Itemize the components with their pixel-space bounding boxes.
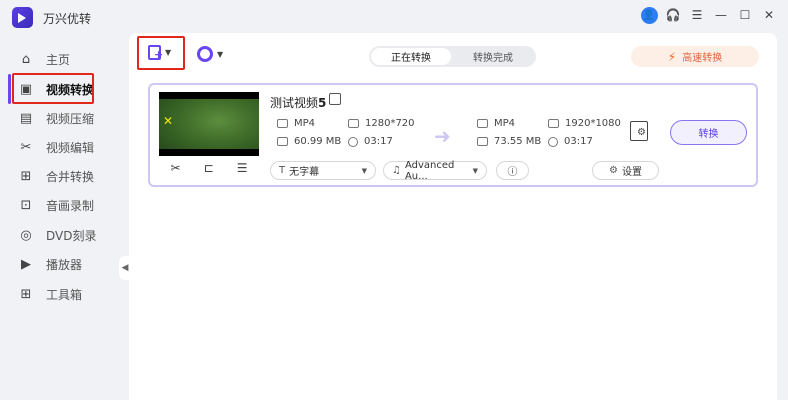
sidebar-item-player[interactable]: ▶ 播放器 (12, 250, 124, 278)
settings-icon: ⚙ (609, 165, 618, 176)
sidebar-item-label: 音画录制 (46, 198, 95, 213)
clock-icon (348, 136, 358, 147)
scrollbar[interactable] (777, 33, 788, 400)
info-icon: ⓘ (507, 167, 518, 178)
subtitle-icon: T (279, 165, 286, 176)
convert-button[interactable]: 转换 (670, 120, 747, 145)
sidebar-item-video-edit[interactable]: ✂ 视频编辑 (12, 133, 124, 161)
highlight-box-sidebar (12, 73, 94, 104)
lightning-icon: ⚡ (667, 49, 677, 64)
highlight-box-add (137, 36, 185, 70)
app-logo-icon (12, 7, 33, 28)
info-button[interactable]: ⓘ (496, 161, 529, 180)
sidebar-item-home[interactable]: ⌂ 主页 (12, 45, 124, 73)
home-icon: ⌂ (21, 51, 31, 67)
sidebar-item-label: 主页 (46, 52, 71, 67)
speed-label: 高速转换 (682, 53, 723, 64)
sidebar-item-label: 合并转换 (46, 169, 95, 184)
folder-icon (277, 137, 288, 146)
resolution-icon (548, 119, 559, 128)
tab-finished[interactable]: 转换完成 (453, 48, 533, 65)
crop-icon[interactable]: ⊏ (204, 161, 214, 175)
sidebar-item-record[interactable]: ⊡ 音画录制 (12, 191, 124, 219)
disc-add-icon (197, 46, 213, 62)
output-settings-icon[interactable] (630, 121, 648, 141)
target-resolution: 1920*1080 (548, 118, 621, 129)
tab-converting[interactable]: 正在转换 (371, 48, 451, 65)
collapse-sidebar-button[interactable]: ◀ (119, 256, 131, 280)
active-indicator (8, 74, 11, 104)
toolbox-icon: ⊞ (20, 286, 32, 302)
scissors-icon: ✂ (20, 139, 32, 155)
video-thumbnail[interactable]: ✕ (159, 92, 259, 156)
sidebar-item-label: 播放器 (46, 257, 83, 272)
video-icon (277, 119, 288, 128)
menu-icon[interactable]: ☰ (688, 6, 706, 24)
sidebar-item-label: DVD刻录 (46, 228, 97, 243)
add-disc-button[interactable]: ▼ (197, 46, 223, 62)
maximize-button[interactable]: ☐ (736, 6, 754, 24)
source-size: 60.99 MB (277, 136, 341, 147)
edit-name-icon[interactable] (329, 93, 341, 105)
file-name: 测试视频5 (270, 96, 327, 110)
minimize-button[interactable]: — (712, 6, 730, 24)
chevron-down-icon: ▼ (361, 166, 367, 175)
settings-button[interactable]: ⚙ 设置 (592, 161, 659, 180)
video-icon (477, 119, 488, 128)
compress-icon: ▤ (19, 110, 33, 126)
window-controls: 👤 🎧 ☰ — ☐ ✕ (640, 6, 778, 24)
clock-icon (548, 136, 558, 147)
arrow-right-icon: ➜ (434, 124, 451, 148)
merge-icon: ⊞ (20, 168, 32, 184)
disc-icon: ◎ (20, 227, 32, 243)
conversion-tabs: 正在转换 转换完成 (369, 46, 536, 67)
source-resolution: 1280*720 (348, 118, 415, 129)
app-title: 万兴优转 (43, 12, 92, 26)
source-duration: 03:17 (348, 136, 393, 147)
audio-wave-icon: ♫ (392, 165, 401, 176)
headset-icon[interactable]: 🎧 (664, 6, 682, 24)
sidebar-item-label: 视频压缩 (46, 111, 95, 126)
thumbnail-toolbar: ✂ ⊏ ☰ (159, 156, 259, 180)
player-icon: ▶ (21, 256, 31, 272)
chevron-down-icon: ▼ (472, 166, 478, 175)
close-button[interactable]: ✕ (760, 6, 778, 24)
target-size: 73.55 MB (477, 136, 541, 147)
sidebar-item-label: 视频编辑 (46, 140, 95, 155)
thumbnail-mark-icon: ✕ (163, 114, 174, 128)
chevron-down-icon[interactable]: ▼ (217, 50, 223, 59)
subtitle-select[interactable]: T 无字幕 ▼ (270, 161, 376, 180)
sidebar-item-merge[interactable]: ⊞ 合并转换 (12, 162, 124, 190)
user-icon[interactable]: 👤 (640, 6, 658, 24)
target-duration: 03:17 (548, 136, 593, 147)
sidebar-item-dvd[interactable]: ◎ DVD刻录 (12, 221, 124, 249)
trim-icon[interactable]: ✂ (171, 161, 181, 175)
sidebar-item-video-compress[interactable]: ▤ 视频压缩 (12, 104, 124, 132)
target-format[interactable]: MP4 (477, 118, 515, 129)
folder-icon (477, 137, 488, 146)
sidebar-item-label: 工具箱 (46, 287, 83, 302)
effects-icon[interactable]: ☰ (237, 161, 248, 175)
audio-select[interactable]: ♫ Advanced Au... ▼ (383, 160, 487, 182)
record-icon: ⊡ (20, 197, 32, 213)
resolution-icon (348, 119, 359, 128)
title-bar: 万兴优转 👤 🎧 ☰ — ☐ ✕ (0, 0, 788, 33)
high-speed-button[interactable]: ⚡ 高速转换 (631, 46, 759, 67)
sidebar-item-toolbox[interactable]: ⊞ 工具箱 (12, 280, 124, 308)
source-format: MP4 (277, 118, 315, 129)
